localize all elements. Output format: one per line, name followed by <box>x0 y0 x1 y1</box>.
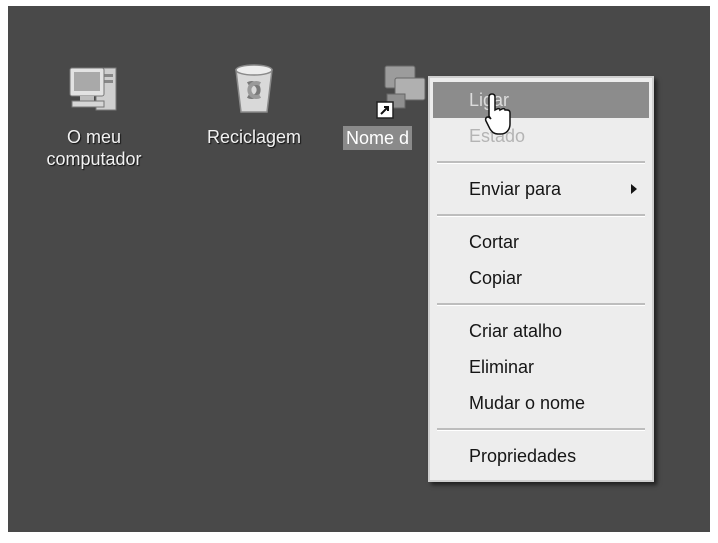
menu-item-estado: Estado <box>433 118 649 154</box>
desktop-icon-label: Reciclagem <box>206 127 302 147</box>
menu-item-copiar[interactable]: Copiar <box>433 260 649 296</box>
menu-item-label: Criar atalho <box>469 321 563 341</box>
mouse-pointer-icon <box>484 93 511 135</box>
desktop-icon-label-line1: O meu <box>66 127 122 147</box>
desktop-icon-label: Nome d <box>343 126 413 150</box>
menu-item-label: Copiar <box>469 268 523 288</box>
recycle-bin-icon <box>235 64 273 113</box>
menu-item-label: Enviar para <box>469 179 562 199</box>
menu-item-propriedades[interactable]: Propriedades <box>433 438 649 474</box>
submenu-arrow-icon <box>631 184 637 194</box>
desktop-icon-recycle-bin[interactable]: Reciclagem <box>194 58 314 148</box>
menu-item-label: Propriedades <box>469 446 577 466</box>
menu-separator <box>437 214 645 217</box>
menu-separator <box>437 428 645 431</box>
menu-item-label: Mudar o nome <box>469 393 586 413</box>
menu-item-enviar-para[interactable]: Enviar para <box>433 171 649 207</box>
menu-item-label: Eliminar <box>469 357 535 377</box>
desktop-icon-label: O meu computador <box>44 126 143 170</box>
my-computer-icon <box>69 67 117 111</box>
menu-item-ligar[interactable]: Ligar <box>433 82 649 118</box>
menu-item-cortar[interactable]: Cortar <box>433 224 649 260</box>
menu-item-mudar-o-nome[interactable]: Mudar o nome <box>433 385 649 421</box>
desktop-icon-my-computer[interactable]: O meu computador <box>34 58 154 170</box>
menu-separator <box>437 161 645 164</box>
menu-separator <box>437 303 645 306</box>
menu-item-eliminar[interactable]: Eliminar <box>433 349 649 385</box>
menu-item-criar-atalho[interactable]: Criar atalho <box>433 313 649 349</box>
context-menu: Ligar Estado Enviar para Cortar Copiar C… <box>428 76 654 482</box>
menu-item-label: Cortar <box>469 232 520 252</box>
desktop-icon-label-line2: computador <box>46 149 142 169</box>
screenshot-frame: O meu computador Reciclagem Nome d Estad… <box>0 0 718 543</box>
